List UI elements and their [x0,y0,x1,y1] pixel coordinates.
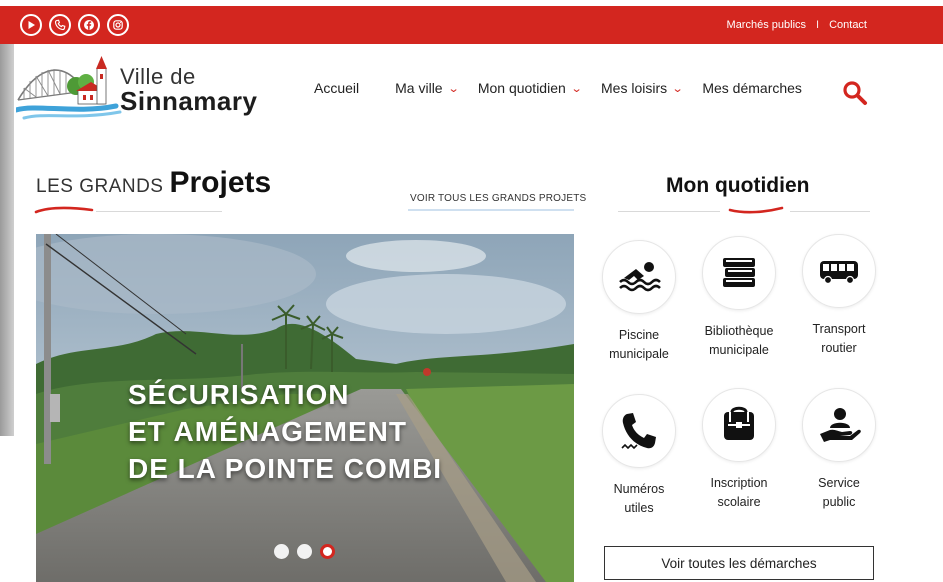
nav-label: Accueil [314,80,360,96]
service-label: Bibliothèque municipale [689,322,789,360]
service-label: Inscription scolaire [689,474,789,512]
bus-icon [802,234,876,308]
slide-caption-line: DE LA POINTE COMBI [128,453,443,484]
service-piscine[interactable]: Piscine municipale [589,240,689,364]
chevron-down-icon: ⌄ [447,82,460,95]
slide-caption: SÉCURISATION ET AMÉNAGEMENT DE LA POINTE… [128,376,442,487]
service-numeros-utiles[interactable]: Numéros utiles [589,394,689,518]
phone-icon [602,394,676,468]
chevron-down-icon: ⌄ [570,82,583,95]
voir-toutes-demarches-button[interactable]: Voir toutes les démarches [604,546,874,580]
youtube-icon[interactable] [20,14,42,36]
logo-emblem [16,56,122,120]
site-logo[interactable]: Ville de Sinnamary [16,52,266,128]
nav-label: Mes démarches [702,80,802,96]
phone-icon[interactable] [49,14,71,36]
nav-mes-loisirs[interactable]: Mes loisirs ⌄ [601,80,684,96]
service-label-line: municipale [609,347,669,361]
projets-title-main: Projets [169,166,272,199]
service-public[interactable]: Service public [789,388,889,512]
marches-publics-link[interactable]: Marchés publics [727,19,806,31]
divider [618,211,720,212]
nav-accueil[interactable]: Accueil [314,80,359,96]
swoosh-decoration [34,206,94,214]
nav-mes-demarches[interactable]: Mes démarches [702,80,802,96]
instagram-icon[interactable] [107,14,129,36]
service-label-line: Piscine [618,328,660,342]
social-links [20,14,129,36]
top-links: Marchés publics I Contact [727,19,867,31]
nav-label: Mes loisirs [601,80,668,96]
service-label-line: public [822,495,856,509]
quotidien-heading: Mon quotidien [666,174,810,197]
swoosh-decoration [728,206,784,214]
service-label-line: scolaire [717,495,761,509]
slider-dot-3-active[interactable] [320,544,335,559]
top-links-separator: I [816,19,820,31]
projets-slider[interactable]: SÉCURISATION ET AMÉNAGEMENT DE LA POINTE… [36,234,574,582]
slide-caption-line: SÉCURISATION [128,379,350,410]
service-label: Numéros utiles [589,480,689,518]
service-transport[interactable]: Transport routier [789,234,889,358]
service-label-line: Bibliothèque [704,324,774,338]
projets-heading: LES GRANDS Projets [36,166,271,200]
service-bibliotheque[interactable]: Bibliothèque municipale [689,236,789,360]
service-label-line: municipale [709,343,769,357]
search-icon[interactable] [842,80,868,106]
service-label-line: Inscription [710,476,768,490]
link-underline [408,209,574,211]
slide-caption-line: ET AMÉNAGEMENT [128,416,407,447]
facebook-icon[interactable] [78,14,100,36]
service-label-line: Service [818,476,860,490]
service-label: Piscine municipale [589,326,689,364]
service-label-line: utiles [624,501,654,515]
contact-link[interactable]: Contact [829,19,867,31]
nav-mon-quotidien[interactable]: Mon quotidien ⌄ [477,80,583,96]
schoolbag-icon [702,388,776,462]
service-label-line: Transport [812,322,866,336]
service-label: Service public [789,474,889,512]
chevron-down-icon: ⌄ [671,82,684,95]
slider-dot-1[interactable] [274,544,289,559]
nav-ma-ville[interactable]: Ma ville ⌄ [395,80,460,96]
logo-line2: Sinnamary [120,86,258,116]
hand-user-icon [802,388,876,462]
service-label-line: Numéros [613,482,665,496]
slider-dot-2[interactable] [297,544,312,559]
main-nav: Accueil Ma ville ⌄ Mon quotidien ⌄ Mes loi… [314,80,822,96]
window-frame-edge [0,44,14,436]
top-bar: Marchés publics I Contact [0,6,943,44]
nav-label: Ma ville [395,80,443,96]
books-icon [702,236,776,310]
service-inscription-scolaire[interactable]: Inscription scolaire [689,388,789,512]
divider [790,211,870,212]
voir-tous-projets-link[interactable]: VOIR TOUS LES GRANDS PROJETS [410,193,586,204]
divider [96,211,222,212]
projets-title-pre: LES GRANDS [36,176,164,197]
swimming-icon [602,240,676,314]
service-label-line: routier [821,341,857,355]
slider-dots [274,544,335,559]
service-label: Transport routier [789,320,889,358]
nav-label: Mon quotidien [477,80,566,96]
